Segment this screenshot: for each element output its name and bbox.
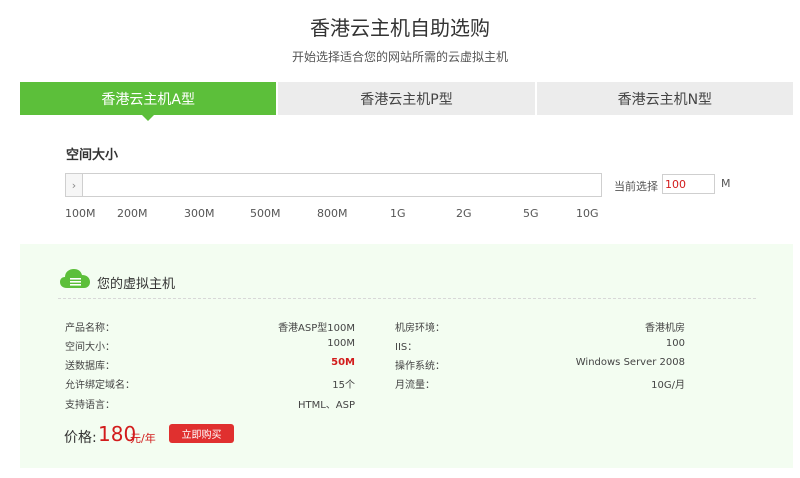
price-unit: 元/年 [130, 432, 156, 445]
page-subtitle: 开始选择适合您的网站所需的云虚拟主机 [291, 50, 508, 64]
spec-label: 操作系统： [395, 361, 445, 372]
tab-type-n[interactable]: 香港云主机N型 [536, 82, 793, 115]
chevron-right-icon: › [71, 178, 77, 192]
tick-label: 800M [317, 207, 348, 220]
cloud-icon [60, 269, 90, 288]
spec-label: IIS： [395, 342, 418, 353]
product-panel-title: 您的虚拟主机 [97, 277, 176, 292]
panel-divider [58, 298, 756, 299]
spec-value: 100M [327, 338, 355, 349]
spec-value: 15个 [332, 380, 355, 391]
tick-label: 200M [117, 207, 148, 220]
current-size-input[interactable] [662, 174, 715, 194]
spec-value: Windows Server 2008 [575, 357, 685, 368]
product-tabs: 香港云主机A型 香港云主机P型 香港云主机N型 [20, 82, 793, 121]
spec-label: 月流量： [395, 380, 435, 391]
spec-label: 机房环境： [395, 323, 445, 334]
space-size-slider[interactable]: › [65, 173, 602, 197]
spec-value: 香港机房 [645, 323, 685, 334]
tick-label: 300M [184, 207, 215, 220]
tick-label: 1G [390, 207, 406, 220]
tick-label: 500M [250, 207, 281, 220]
tick-label: 100M [65, 207, 96, 220]
page-title: 香港云主机自助选购 [310, 16, 490, 40]
current-selection-label: 当前选择 [614, 180, 658, 193]
spec-label: 空间大小： [65, 342, 115, 353]
tick-label: 2G [456, 207, 472, 220]
size-unit-label: M [721, 177, 731, 190]
spec-value: 50M [331, 357, 355, 368]
tick-label: 10G [576, 207, 599, 220]
tab-type-a[interactable]: 香港云主机A型 [20, 82, 279, 121]
buy-now-button[interactable]: 立即购买 [169, 424, 234, 443]
slider-handle[interactable]: › [66, 174, 83, 196]
tab-type-p[interactable]: 香港云主机P型 [278, 82, 537, 115]
tick-label: 5G [523, 207, 539, 220]
price-label: 价格: [64, 430, 97, 446]
spec-value: 100 [665, 338, 685, 349]
spec-label: 送数据库： [65, 361, 115, 372]
spec-value: HTML、ASP [297, 400, 355, 411]
spec-value: 香港ASP型100M [278, 323, 355, 334]
spec-label: 支持语言： [65, 400, 115, 411]
spec-label: 产品名称： [65, 323, 115, 334]
spec-value: 10G/月 [651, 380, 685, 391]
space-size-label: 空间大小 [66, 148, 119, 163]
spec-label: 允许绑定域名： [65, 380, 135, 391]
